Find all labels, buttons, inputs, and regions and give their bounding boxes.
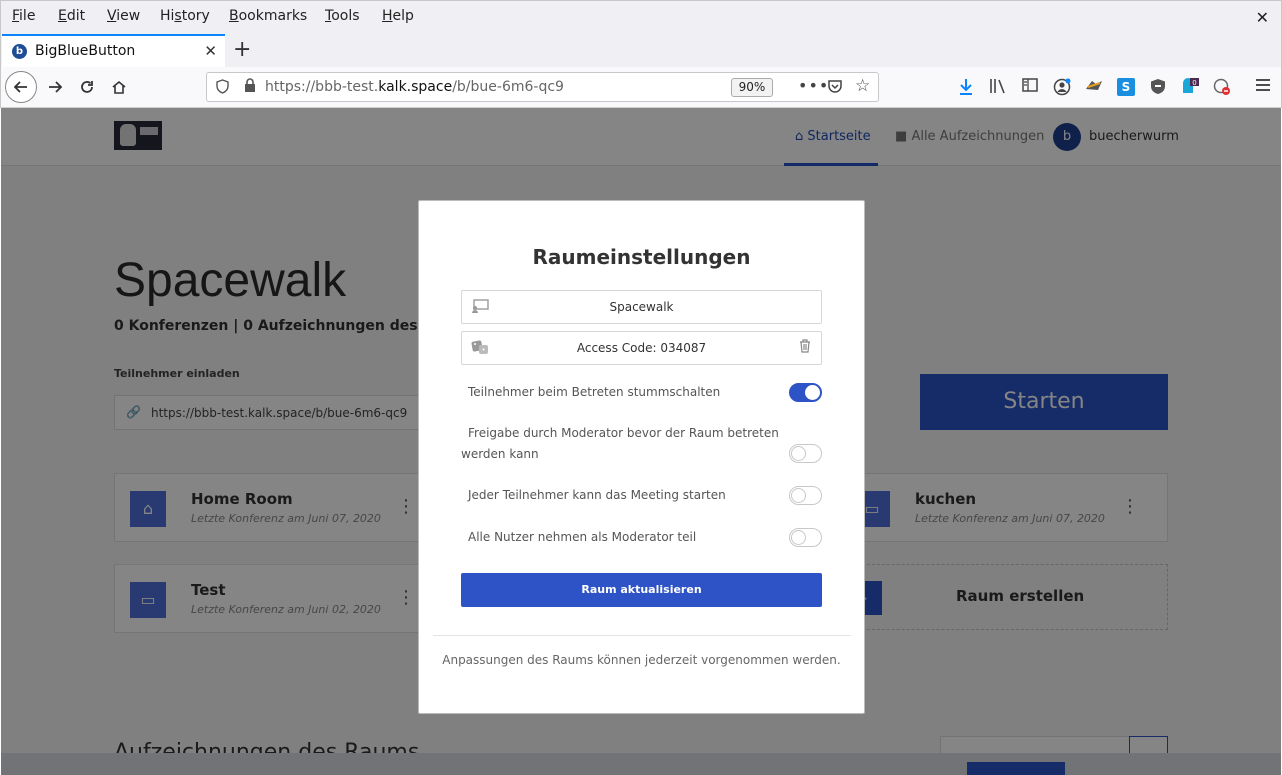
navigation-toolbar: https://bbb-test.kalk.space/b/bue-6m6-qc… (0, 67, 1282, 108)
back-icon[interactable] (5, 71, 37, 103)
menu-file[interactable]: File (12, 8, 35, 24)
url-text[interactable]: https://bbb-test.kalk.space/b/bue-6m6-qc… (265, 79, 564, 95)
tab-bigbluebutton[interactable]: b BigBlueButton ✕ (2, 34, 225, 67)
extension-s-icon[interactable]: S (1117, 78, 1135, 96)
mute-on-join-label: Teilnehmer beim Betreten stummschalten (468, 385, 721, 399)
downloads-icon[interactable] (957, 78, 975, 96)
room-name-value: Spacewalk (609, 300, 674, 314)
home-icon[interactable] (103, 71, 135, 103)
hamburger-menu-icon[interactable] (1254, 78, 1272, 96)
mute-on-join-toggle[interactable] (789, 383, 822, 402)
menu-help[interactable]: Help (382, 8, 414, 24)
menu-history[interactable]: History (160, 8, 210, 24)
page-actions-icon[interactable]: ••• (798, 76, 829, 95)
modal-footer-text: Anpassungen des Raums können jederzeit v… (442, 653, 841, 667)
extension-sneakers-icon[interactable] (1085, 78, 1103, 96)
trash-icon[interactable] (799, 339, 811, 357)
tab-bar: b BigBlueButton ✕ + (0, 34, 1282, 67)
account-icon[interactable] (1053, 78, 1071, 96)
update-room-button[interactable]: Raum aktualisieren (461, 573, 822, 607)
svg-text:0: 0 (1192, 79, 1196, 87)
reload-icon[interactable] (71, 71, 103, 103)
anyone-can-start-label: Jeder Teilnehmer kann das Meeting starte… (468, 488, 726, 502)
room-name-field[interactable]: Spacewalk (461, 290, 822, 324)
bookmark-star-icon[interactable]: ☆ (855, 76, 870, 96)
forward-icon[interactable] (39, 71, 71, 103)
tracking-shield-icon[interactable] (216, 79, 229, 98)
extension-counter-icon[interactable]: 0 (1181, 78, 1199, 96)
all-moderators-label: Alle Nutzer nehmen als Moderator teil (468, 530, 697, 544)
extension-shield-icon[interactable] (1149, 78, 1167, 96)
menu-bar: File Edit View History Bookmarks Tools H… (0, 0, 1282, 34)
bbb-favicon-icon: b (12, 44, 27, 59)
new-tab-icon[interactable]: + (233, 37, 251, 62)
access-code-field[interactable]: Access Code: 034087 (461, 331, 822, 365)
window-close-icon[interactable]: ✕ (1256, 8, 1269, 27)
anyone-can-start-toggle[interactable] (789, 486, 822, 505)
zoom-level-badge[interactable]: 90% (731, 78, 773, 97)
menu-edit[interactable]: Edit (58, 8, 85, 24)
modal-title: Raumeinstellungen (532, 245, 751, 269)
sidebar-icon[interactable] (1021, 78, 1039, 96)
access-code-value: Access Code: 034087 (576, 341, 707, 355)
require-approval-label: Freigabe durch Moderator bevor der Raum … (461, 426, 779, 461)
extension-globe-blocked-icon[interactable] (1213, 78, 1231, 96)
menu-view[interactable]: View (107, 8, 140, 24)
menu-tools[interactable]: Tools (325, 8, 360, 24)
menu-bookmarks[interactable]: Bookmarks (229, 8, 307, 24)
room-settings-modal: Raumeinstellungen Spacewalk Access Code:… (418, 200, 865, 714)
tab-close-icon[interactable]: ✕ (204, 42, 217, 60)
lock-icon[interactable] (244, 78, 256, 97)
modal-divider (433, 635, 851, 636)
tab-title: BigBlueButton (35, 43, 136, 59)
all-moderators-toggle[interactable] (789, 528, 822, 547)
url-bar[interactable]: https://bbb-test.kalk.space/b/bue-6m6-qc… (206, 72, 879, 102)
pocket-icon[interactable] (827, 78, 843, 98)
library-icon[interactable] (989, 78, 1007, 96)
require-approval-toggle[interactable] (789, 444, 822, 463)
